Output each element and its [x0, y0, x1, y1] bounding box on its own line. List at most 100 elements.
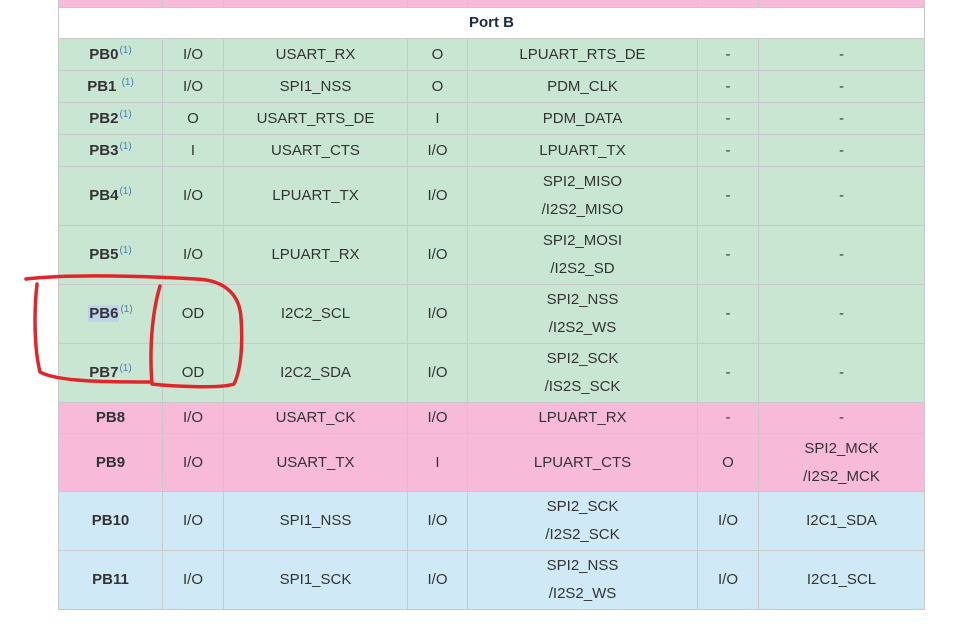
function-cell: SPI1_SCK [223, 550, 408, 610]
type-cell: OD [162, 284, 224, 344]
type-cell: - [697, 38, 759, 71]
type-cell: OD [162, 343, 224, 403]
type-cell: I/O [162, 550, 224, 610]
function-cell: SPI2_SCK/IS2S_SCK [467, 343, 698, 403]
function-cell: I2C1_SDA [758, 491, 925, 551]
function-cell: SPI2_MCK/I2S2_MCK [758, 433, 925, 492]
pin-cell: PB10 [58, 491, 163, 551]
function-cell: SPI1_NSS [223, 491, 408, 551]
table-row: PB0(1) I/O USART_RX O LPUART_RTS_DE - - [58, 38, 925, 71]
type-cell: I/O [697, 550, 759, 610]
table-row: PB4(1) I/O LPUART_TX I/O SPI2_MISO/I2S2_… [58, 166, 925, 226]
footnote-ref[interactable]: (1) [120, 304, 132, 315]
type-cell: O [407, 38, 468, 71]
table-row: PB10 I/O SPI1_NSS I/O SPI2_SCK/I2S2_SCK … [58, 491, 925, 551]
pin-cell: PB7(1) [58, 343, 163, 403]
type-cell: I/O [407, 284, 468, 344]
footnote-ref[interactable]: (1) [119, 141, 131, 152]
function-cell: - [758, 102, 925, 135]
function-cell: - [758, 343, 925, 403]
table-row: PB8 I/O USART_CK I/O LPUART_RX - - [58, 402, 925, 434]
type-cell: I/O [162, 225, 224, 285]
table-row: PB9 I/O USART_TX I LPUART_CTS O SPI2_MCK… [58, 433, 925, 492]
type-cell: I/O [407, 491, 468, 551]
pin-cell: PB11 [58, 550, 163, 610]
function-cell: USART_RX [223, 38, 408, 71]
table-row: PB5(1) I/O LPUART_RX I/O SPI2_MOSI/I2S2_… [58, 225, 925, 285]
table-row: PB6 (1) OD I2C2_SCL I/O SPI2_NSS/I2S2_WS … [58, 284, 925, 344]
pin-cell: PB2(1) [58, 102, 163, 135]
footnote-ref[interactable]: (1) [119, 245, 131, 256]
function-cell: I2C2_SCL [223, 284, 408, 344]
table-top-edge [58, 0, 925, 8]
type-cell: I [407, 102, 468, 135]
type-cell: O [697, 433, 759, 492]
function-cell: - [758, 134, 925, 167]
type-cell: I/O [162, 38, 224, 71]
function-cell: SPI2_NSS/I2S2_WS [467, 550, 698, 610]
table-row: PB11 I/O SPI1_SCK I/O SPI2_NSS/I2S2_WS I… [58, 550, 925, 610]
port-title: Port B [58, 7, 925, 39]
function-cell: SPI1_NSS [223, 70, 408, 103]
port-header-row: Port B [58, 7, 925, 39]
pin-cell: PB5(1) [58, 225, 163, 285]
type-cell: I/O [162, 166, 224, 226]
type-cell: I/O [407, 166, 468, 226]
selected-text[interactable]: PB6 [88, 305, 120, 322]
type-cell: O [162, 102, 224, 135]
table-row: PB1 (1) I/O SPI1_NSS O PDM_CLK - - [58, 70, 925, 103]
pin-cell: PB6 (1) [58, 284, 163, 344]
type-cell: I/O [697, 491, 759, 551]
type-cell: - [697, 134, 759, 167]
table-row: PB2(1) O USART_RTS_DE I PDM_DATA - - [58, 102, 925, 135]
function-cell: I2C2_SDA [223, 343, 408, 403]
type-cell: O [407, 70, 468, 103]
function-cell: LPUART_RX [467, 402, 698, 434]
footnote-ref[interactable]: (1) [122, 77, 134, 88]
footnote-ref[interactable]: (1) [119, 109, 131, 120]
type-cell: - [697, 343, 759, 403]
type-cell: I/O [407, 225, 468, 285]
type-cell: - [697, 102, 759, 135]
function-cell: USART_CK [223, 402, 408, 434]
type-cell: - [697, 70, 759, 103]
type-cell: I/O [407, 550, 468, 610]
type-cell: I/O [407, 343, 468, 403]
function-cell: - [758, 166, 925, 226]
pin-cell: PB8 [58, 402, 163, 434]
function-cell: I2C1_SCL [758, 550, 925, 610]
function-cell: USART_RTS_DE [223, 102, 408, 135]
function-cell: LPUART_CTS [467, 433, 698, 492]
type-cell: - [697, 402, 759, 434]
function-cell: LPUART_TX [223, 166, 408, 226]
function-cell: SPI2_SCK/I2S2_SCK [467, 491, 698, 551]
type-cell: I [162, 134, 224, 167]
type-cell: I/O [162, 491, 224, 551]
function-cell: USART_CTS [223, 134, 408, 167]
pin-cell: PB1 (1) [58, 70, 163, 103]
pin-table: Port B PB0(1) I/O USART_RX O LPUART_RTS_… [58, 0, 925, 610]
function-cell: - [758, 70, 925, 103]
type-cell: I/O [407, 402, 468, 434]
type-cell: - [697, 284, 759, 344]
function-cell: USART_TX [223, 433, 408, 492]
function-cell: PDM_CLK [467, 70, 698, 103]
footnote-ref[interactable]: (1) [119, 45, 131, 56]
type-cell: - [697, 225, 759, 285]
pin-cell: PB3(1) [58, 134, 163, 167]
function-cell: - [758, 38, 925, 71]
type-cell: I/O [162, 433, 224, 492]
type-cell: I [407, 433, 468, 492]
function-cell: LPUART_RTS_DE [467, 38, 698, 71]
function-cell: - [758, 402, 925, 434]
function-cell: LPUART_TX [467, 134, 698, 167]
table-row: PB7(1) OD I2C2_SDA I/O SPI2_SCK/IS2S_SCK… [58, 343, 925, 403]
type-cell: I/O [162, 70, 224, 103]
function-cell: SPI2_MISO/I2S2_MISO [467, 166, 698, 226]
type-cell: I/O [162, 402, 224, 434]
footnote-ref[interactable]: (1) [119, 363, 131, 374]
type-cell: I/O [407, 134, 468, 167]
pin-cell: PB9 [58, 433, 163, 492]
function-cell: - [758, 225, 925, 285]
footnote-ref[interactable]: (1) [119, 186, 131, 197]
